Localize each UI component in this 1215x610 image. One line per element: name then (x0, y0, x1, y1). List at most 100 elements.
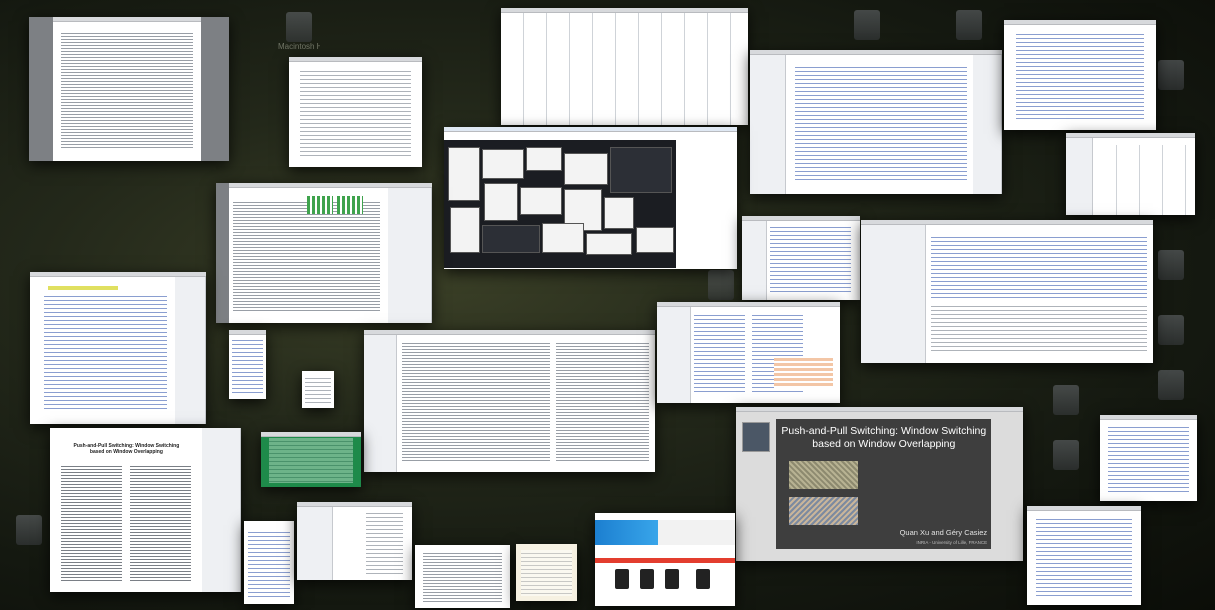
desktop-icon[interactable] (1045, 385, 1087, 415)
product-image (665, 568, 679, 590)
code-output (556, 341, 650, 461)
spreadsheet-grid (501, 13, 748, 125)
window-gutter (201, 17, 229, 161)
desktop-icon[interactable] (700, 270, 742, 300)
slide-title: Push-and-Pull Switching: Window Switchin… (781, 425, 987, 451)
window-chat[interactable] (1100, 415, 1197, 501)
paper-title: Push-and-Pull Switching: Window Switchin… (73, 442, 180, 455)
window-research-paper[interactable]: Push-and-Pull Switching: Window Switchin… (50, 428, 241, 592)
reader-sidebar (201, 428, 241, 592)
slide-photo (789, 496, 858, 526)
window-text-document[interactable] (289, 57, 422, 167)
file-icon (1158, 315, 1184, 345)
note-text (304, 374, 332, 406)
window-file-browser[interactable] (657, 302, 840, 403)
desktop-icon[interactable] (1150, 60, 1192, 90)
window-shopping-page[interactable] (595, 513, 735, 606)
window-narrow-list[interactable] (229, 330, 266, 399)
window-tile (450, 207, 480, 253)
code-text (931, 234, 1148, 299)
window-presentation[interactable]: Push-and-Pull Switching: Window Switchin… (736, 407, 1023, 561)
window-titlebar (261, 432, 361, 437)
dialog-text (366, 509, 403, 574)
site-nav-band (595, 557, 735, 564)
note-text (520, 549, 573, 597)
window-titlebar (229, 330, 266, 335)
window-tile (526, 147, 562, 171)
window-tile (484, 183, 518, 221)
window-titlebar (736, 407, 1023, 412)
file-icon (956, 10, 982, 40)
window-tile (542, 223, 584, 253)
product-image (695, 568, 710, 590)
window-pdf-document[interactable] (29, 17, 229, 161)
slide-affiliation: INRIA - University of Lille, FRANCE (916, 539, 988, 545)
desktop-icon[interactable] (1150, 250, 1192, 280)
article-text (422, 551, 503, 603)
window-titlebar (1004, 20, 1156, 25)
desktop-icon[interactable] (8, 515, 50, 545)
window-tiny-note[interactable] (302, 371, 334, 408)
file-icon (1053, 385, 1079, 415)
document-text (1016, 31, 1144, 122)
window-screenshot-viewer[interactable] (444, 127, 737, 269)
window-titlebar (364, 330, 655, 335)
calendar-grid (1094, 145, 1195, 215)
window-gutter (216, 183, 229, 323)
window-tile (482, 225, 540, 253)
desktop-icon[interactable] (1150, 315, 1192, 345)
window-source-editor[interactable] (364, 330, 655, 472)
file-icon (708, 270, 734, 300)
window-terminal[interactable] (261, 432, 361, 487)
desktop-icon[interactable] (1045, 440, 1087, 470)
window-calendar[interactable] (1066, 133, 1195, 215)
file-icon (1053, 440, 1079, 470)
desktop-icon[interactable] (846, 10, 888, 40)
window-spreadsheet[interactable] (501, 8, 748, 125)
desktop-icon[interactable] (948, 10, 990, 40)
window-paper-charts[interactable] (216, 183, 432, 323)
product-image (614, 568, 629, 590)
desktop-icon-hard-drive[interactable]: Macintosh HD (278, 12, 320, 51)
window-tile (636, 227, 674, 253)
window-tile (564, 153, 608, 185)
window-tile (586, 233, 632, 255)
window-article[interactable] (415, 545, 510, 608)
chat-messages (1107, 423, 1190, 495)
slide-photo (789, 460, 858, 490)
window-small-finder[interactable] (742, 216, 860, 300)
desktop-icon[interactable] (1150, 370, 1192, 400)
window-tile (520, 187, 562, 215)
window-titlebar (289, 57, 422, 62)
window-tile (610, 147, 672, 193)
file-icon (1158, 60, 1184, 90)
paper-body (61, 464, 192, 583)
window-debugger[interactable] (861, 220, 1153, 363)
reader-sidebar (387, 188, 432, 323)
slide-thumbnail (741, 422, 770, 453)
window-document-highlight[interactable] (30, 272, 206, 424)
window-outline-editor[interactable] (1027, 506, 1141, 605)
outline-text (1036, 515, 1132, 598)
window-titlebar (444, 127, 737, 132)
document-text (299, 68, 412, 159)
window-text-editor[interactable] (1004, 20, 1156, 130)
calendar-sidebar (1066, 138, 1093, 215)
document-text (61, 31, 193, 150)
site-banner (595, 520, 735, 545)
window-code-editor[interactable] (750, 50, 1002, 194)
window-list-view[interactable] (244, 521, 294, 604)
finder-sidebar (742, 221, 767, 300)
code-text (401, 341, 551, 461)
hard-drive-icon (286, 12, 312, 42)
window-handwritten-note[interactable] (516, 544, 577, 601)
slide-authors: Quan Xu and Géry Casiez (899, 528, 988, 538)
bar-chart-figure (306, 195, 333, 214)
window-dialog[interactable] (297, 502, 412, 580)
window-gutter (29, 17, 53, 161)
desktop-icon-label: Macintosh HD (278, 42, 320, 51)
file-column (693, 312, 745, 395)
window-tile (448, 147, 480, 201)
console-output (931, 302, 1148, 352)
document-text (233, 199, 381, 312)
